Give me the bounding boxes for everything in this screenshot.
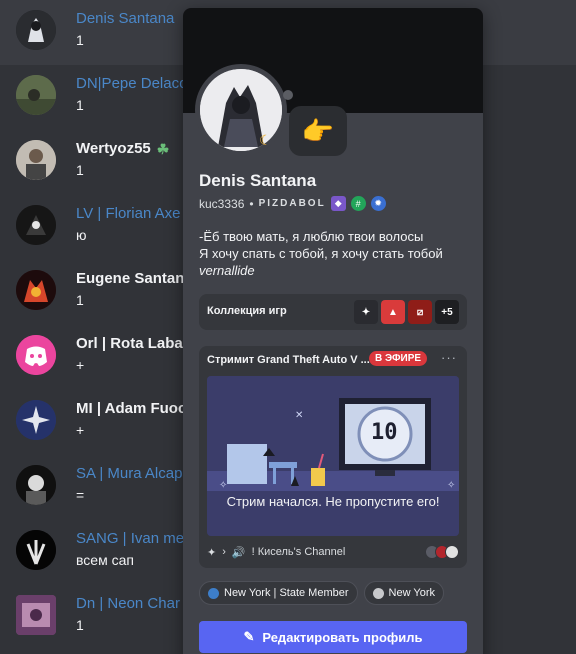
member-status: ю — [76, 227, 87, 243]
member-avatar — [16, 205, 56, 245]
member-name: Wertyoz55 ☘ — [76, 140, 170, 157]
member-status: = — [76, 487, 85, 503]
edit-profile-label: Редактировать профиль — [262, 629, 423, 645]
member-status: всем сап — [76, 552, 134, 568]
stream-card[interactable]: Стримит Grand Theft Auto V ... В ЭФИРЕ ·… — [199, 346, 467, 568]
member-avatar — [16, 595, 56, 635]
gear-badge-icon[interactable]: ✹ — [370, 196, 386, 211]
member-name: SA | Mura Alcap — [76, 465, 183, 482]
member-status: 1 — [76, 162, 84, 178]
member-name: LV | Florian Axe — [76, 205, 181, 222]
voice-channel-icon: 🔊 — [231, 546, 246, 559]
bio-line: Я хочу спать с тобой, я хочу стать тобой — [199, 246, 443, 261]
role-pill[interactable]: New York — [363, 581, 445, 605]
member-avatar — [16, 270, 56, 310]
hashtag-badge-icon[interactable]: # — [350, 196, 366, 211]
member-avatar — [16, 140, 56, 180]
chevron-right-icon: › — [222, 546, 226, 558]
member-avatar — [16, 530, 56, 570]
member-avatar — [16, 75, 56, 115]
member-name: Dn | Neon Char — [76, 595, 180, 612]
profile-avatar-frame: ☾ — [195, 64, 287, 156]
apex-icon: ▲ — [381, 300, 405, 324]
more-options-button[interactable]: ··· — [441, 350, 457, 365]
member-avatar — [16, 400, 56, 440]
member-status: 1 — [76, 32, 84, 48]
profile-bio: -Ёб твою мать, я люблю твои волосы Я хоч… — [199, 228, 469, 279]
role-color-dot — [208, 587, 219, 599]
member-status: + — [76, 422, 85, 438]
role-pill[interactable]: New York | State Member — [199, 581, 358, 605]
shield-icon[interactable]: ◆ — [330, 196, 346, 211]
stream-footer[interactable]: ✦ › 🔊 ! Кисель's Channel — [207, 542, 459, 562]
stream-message: Стрим начался. Не пропустите его! — [226, 494, 440, 509]
viewer-avatars — [425, 545, 459, 559]
member-name: SANG | Ivan me — [76, 530, 185, 547]
live-badge: В ЭФИРЕ — [369, 351, 428, 366]
game-icon: ✦ — [354, 300, 378, 324]
status-dot — [283, 90, 293, 100]
roles-list: New York | State Member New York — [199, 581, 445, 605]
edit-profile-button[interactable]: ✎ Редактировать профиль — [199, 621, 467, 653]
username: kuc3336 — [199, 196, 245, 211]
stream-preview[interactable]: ✕ ✧ ✧ 10 Стрим начался. Не пропустите ег… — [207, 376, 459, 536]
username-row: kuc3336 • PIZDABOL ◆ # ✹ — [199, 196, 386, 211]
game-icons: ✦ ▲ ⧄ +5 — [354, 300, 459, 324]
bio-italic-line: vernallide — [199, 263, 255, 278]
game-collection-title: Коллекция игр — [207, 305, 287, 317]
viewer-avatar — [445, 545, 459, 559]
member-status: 1 — [76, 97, 84, 113]
clan-tag[interactable]: PIZDABOL — [259, 198, 326, 209]
member-status: 1 — [76, 617, 84, 633]
role-color-dot — [372, 587, 384, 599]
bio-line: -Ёб твою мать, я люблю твои волосы — [199, 229, 424, 244]
discord-logo-icon — [16, 335, 56, 375]
member-name: Denis Santana — [76, 10, 175, 27]
role-label: New York | State Member — [224, 587, 349, 599]
member-name: Orl | Rota Labag — [76, 335, 192, 352]
dota-icon: ⧄ — [408, 300, 432, 324]
separator: • — [249, 196, 254, 211]
profile-popout: ☾ 👉 Denis Santana kuc3336 • PIZDABOL ◆ #… — [183, 8, 483, 654]
moon-icon: ☾ — [259, 132, 272, 148]
channel-name[interactable]: ! Кисель's Channel — [252, 546, 346, 558]
stream-title: Стримит Grand Theft Auto V ... — [207, 354, 370, 366]
more-games-count: +5 — [435, 300, 459, 324]
clover-icon: ☘ — [156, 140, 170, 157]
member-status: 1 — [76, 292, 84, 308]
display-name: Denis Santana — [199, 171, 317, 190]
stream-counter: 10 — [371, 420, 398, 445]
member-name: Eugene Santana — [76, 270, 193, 287]
member-avatar — [16, 10, 56, 50]
svg-text:✕: ✕ — [295, 410, 303, 421]
svg-text:✧: ✧ — [447, 480, 455, 491]
pencil-icon: ✎ — [243, 629, 255, 644]
member-name: DN|Pepe Delaco — [76, 75, 188, 92]
member-status: + — [76, 357, 85, 373]
streamer-avatar-icon: ✦ — [207, 546, 217, 559]
custom-status-bubble[interactable]: 👉 — [289, 106, 347, 156]
member-avatar — [16, 465, 56, 505]
role-label: New York — [388, 587, 436, 599]
game-collection-card[interactable]: Коллекция игр ✦ ▲ ⧄ +5 — [199, 294, 467, 330]
pointing-hand-emoji: 👉 — [301, 115, 335, 146]
svg-text:✧: ✧ — [219, 480, 227, 491]
member-name: MI | Adam Fuoc — [76, 400, 187, 417]
